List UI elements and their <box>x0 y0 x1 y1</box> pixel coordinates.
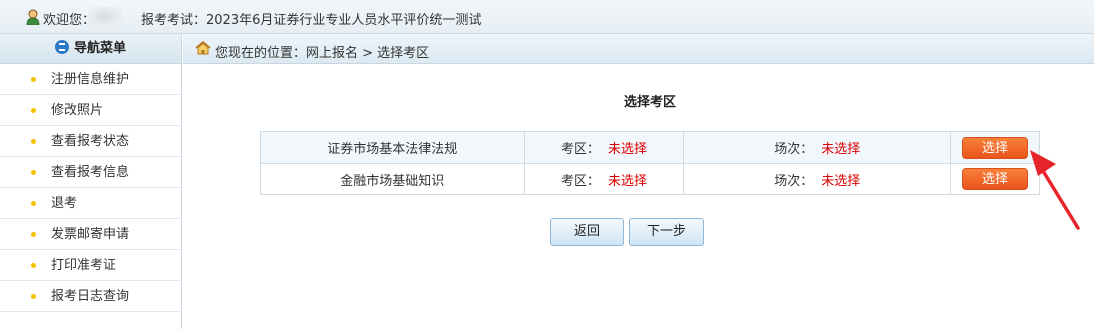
exam-label: 报考考试：2023年6月证券行业专业人员水平评价统一测试 <box>141 13 482 28</box>
bullet-icon <box>31 263 36 268</box>
sidebar-item-print-ticket[interactable]: 打印准考证 <box>0 250 181 281</box>
sidebar-item-label: 打印准考证 <box>51 258 117 273</box>
subject-cell: 证券市场基本法律法规 <box>260 131 525 164</box>
area-status: 未选择 <box>608 173 648 189</box>
select-button[interactable]: 选择 <box>962 168 1028 190</box>
session-status: 未选择 <box>821 142 861 157</box>
red-arrow-annotation <box>1030 150 1080 230</box>
bullet-icon <box>31 108 36 113</box>
nav-menu-title: 导航菜单 <box>73 41 126 56</box>
table-row: 证券市场基本法律法规 考区： 未选择 场次： 未选择 选择 <box>260 131 1040 164</box>
sidebar-item-view-info[interactable]: 查看报考信息 <box>0 157 181 188</box>
bullet-icon <box>31 294 36 299</box>
session-cell: 场次： 未选择 <box>683 131 952 164</box>
page-title: 选择考区 <box>623 95 676 110</box>
nav-menu-list: 注册信息维护 修改照片 查看报考状态 查看报考信息 退考 发票邮寄申请 打印准考… <box>0 64 181 312</box>
top-bar: 欢迎您： 报考考试：2023年6月证券行业专业人员水平评价统一测试 <box>0 0 1094 34</box>
nav-menu-header: 导航菜单 <box>0 34 181 64</box>
sidebar: 导航菜单 注册信息维护 修改照片 查看报考状态 查看报考信息 退考 发票邮寄申请… <box>0 34 182 329</box>
bullet-icon <box>31 170 36 175</box>
sidebar-item-label: 查看报考信息 <box>51 165 130 180</box>
back-button[interactable]: 返回 <box>550 218 624 246</box>
next-step-button[interactable]: 下一步 <box>629 218 704 246</box>
sidebar-item-log-query[interactable]: 报考日志查询 <box>0 281 181 312</box>
sidebar-item-label: 报考日志查询 <box>51 289 130 304</box>
session-status: 未选择 <box>821 173 861 189</box>
breadcrumb: 您现在的位置：网上报名 > 选择考区 <box>183 34 1094 64</box>
table-row: 金融市场基础知识 考区： 未选择 场次： 未选择 选择 <box>260 163 1040 195</box>
home-icon <box>195 41 211 55</box>
menu-icon <box>54 40 69 54</box>
sidebar-item-label: 退考 <box>51 196 78 211</box>
sidebar-item-label: 查看报考状态 <box>51 134 130 149</box>
bullet-icon <box>31 232 36 237</box>
session-label: 场次： <box>774 142 814 157</box>
sidebar-item-label: 注册信息维护 <box>51 72 130 87</box>
session-cell: 场次： 未选择 <box>683 163 952 195</box>
sidebar-item-view-status[interactable]: 查看报考状态 <box>0 126 181 157</box>
area-label: 考区： <box>560 173 600 189</box>
area-status: 未选择 <box>608 142 648 157</box>
session-label: 场次： <box>774 173 814 189</box>
sidebar-item-label: 发票邮寄申请 <box>51 227 130 242</box>
sidebar-item-edit-photo[interactable]: 修改照片 <box>0 95 181 126</box>
sidebar-item-register-info[interactable]: 注册信息维护 <box>0 64 181 95</box>
username-redacted <box>88 6 122 28</box>
breadcrumb-text: 您现在的位置：网上报名 > 选择考区 <box>215 46 430 61</box>
area-cell: 考区： 未选择 <box>523 163 685 195</box>
area-label: 考区： <box>560 142 600 157</box>
bullet-icon <box>31 201 36 206</box>
sidebar-item-label: 修改照片 <box>51 103 104 118</box>
exam-area-table: 证券市场基本法律法规 考区： 未选择 场次： 未选择 选择 金融市场基础知识 考区：… <box>260 131 1040 195</box>
select-button[interactable]: 选择 <box>962 136 1028 159</box>
user-icon <box>26 9 40 25</box>
area-cell: 考区： 未选择 <box>523 131 685 164</box>
sidebar-item-invoice-mail[interactable]: 发票邮寄申请 <box>0 219 181 250</box>
bullet-icon <box>31 139 36 144</box>
subject-cell: 金融市场基础知识 <box>260 163 525 195</box>
bullet-icon <box>31 77 36 82</box>
sidebar-item-withdraw[interactable]: 退考 <box>0 188 181 219</box>
